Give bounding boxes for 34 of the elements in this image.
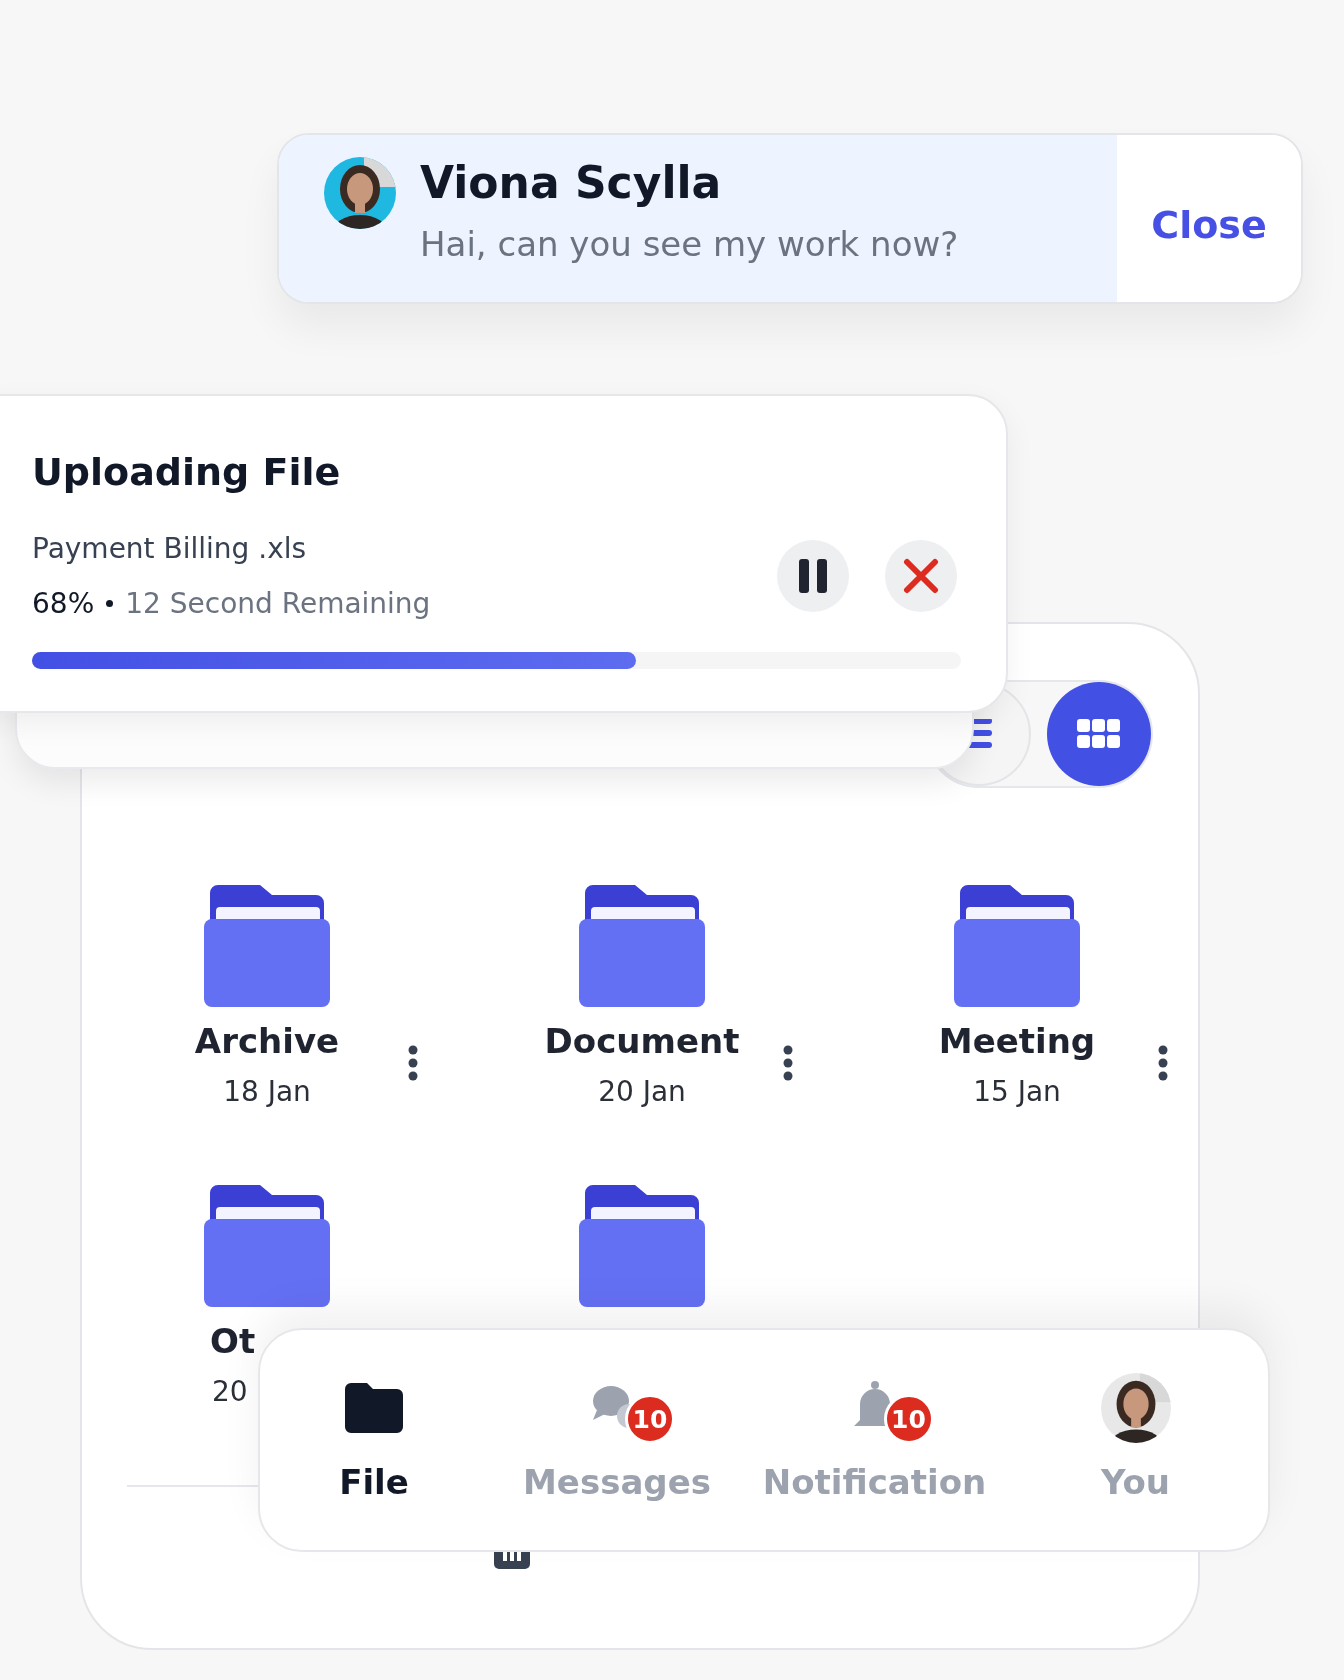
folder-icon[interactable] (579, 1185, 705, 1307)
folder-icon[interactable] (204, 1185, 330, 1307)
separator-dot (106, 600, 114, 607)
message-text: Hai, can you see my work now? (420, 223, 959, 264)
folder-name: Document (544, 1021, 740, 1061)
folder-name: Ot (210, 1321, 256, 1361)
count-badge: 10 (625, 1394, 675, 1444)
nav-tab[interactable]: You (1003, 1330, 1268, 1550)
sender-name: Viona Scylla (420, 157, 723, 210)
time-remaining: 12 Second Remaining (125, 587, 431, 620)
more-icon (783, 1045, 793, 1081)
folder-date: 20 (212, 1375, 248, 1408)
folder-date: 20 Jan (598, 1075, 686, 1108)
close-icon (903, 558, 939, 594)
folder-date: 18 Jan (223, 1075, 311, 1108)
folder-date: 15 Jan (973, 1075, 1061, 1108)
count-badge: 10 (883, 1394, 934, 1444)
file-name: Payment Billing .xls (32, 532, 308, 565)
upload-percent: 68% (32, 587, 95, 620)
folder-icon[interactable] (204, 885, 330, 1007)
folder-name: Archive (194, 1021, 340, 1061)
folder-name: Meeting (938, 1021, 1096, 1061)
more-icon (408, 1045, 418, 1081)
grid-icon (1077, 719, 1121, 749)
more-icon (1158, 1045, 1168, 1081)
folder-icon[interactable] (579, 885, 705, 1007)
upload-title: Uploading File (32, 450, 342, 494)
pause-icon (799, 559, 827, 593)
nav-tab[interactable]: 10 Messages (488, 1330, 746, 1550)
folder-icon[interactable] (954, 885, 1080, 1007)
close-button[interactable]: Close (1117, 135, 1301, 302)
folder-icon (345, 1383, 403, 1433)
nav-tab[interactable]: 10 Notification (746, 1330, 1003, 1550)
nav-tab[interactable]: File (260, 1330, 488, 1550)
